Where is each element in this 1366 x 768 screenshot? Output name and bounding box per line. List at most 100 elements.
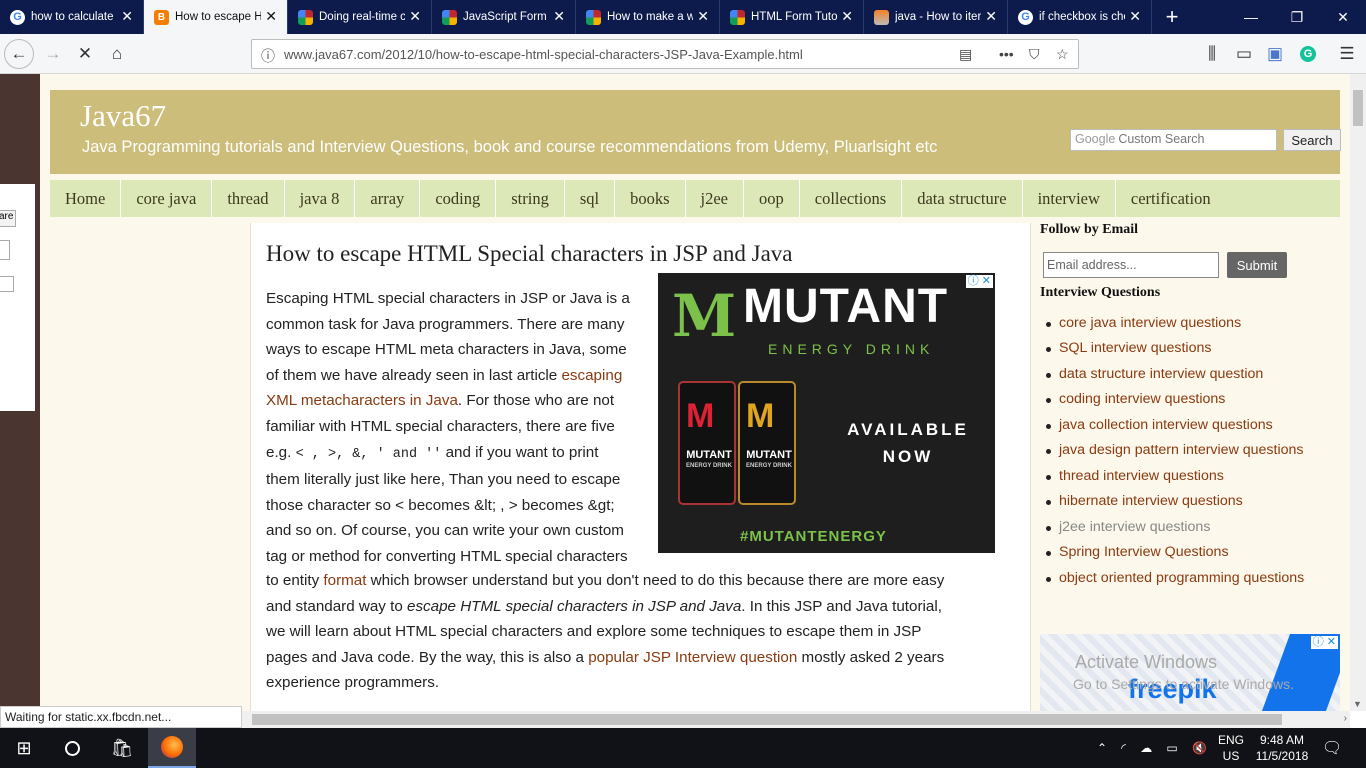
menu-item-books[interactable]: books <box>615 180 686 217</box>
notification-icon[interactable]: 🗨 <box>1322 728 1346 768</box>
close-icon[interactable]: ✕ <box>1129 9 1141 23</box>
tab-2[interactable]: Doing real-time c ✕ <box>288 0 432 34</box>
firefox-taskbar-icon[interactable] <box>148 728 196 768</box>
page-actions-icon[interactable]: ••• <box>999 46 1014 62</box>
close-icon[interactable]: ✕ <box>697 9 709 23</box>
tab-4[interactable]: How to make a w ✕ <box>576 0 720 34</box>
menu-item-certification[interactable]: certification <box>1116 180 1226 217</box>
link-collection-questions[interactable]: java collection interview questions <box>1059 417 1273 433</box>
new-tab-button[interactable]: + <box>1152 0 1192 34</box>
menu-item-core-java[interactable]: core java <box>121 180 213 217</box>
stop-icon[interactable]: ✕ <box>69 38 101 70</box>
close-icon[interactable]: ✕ <box>553 9 565 23</box>
tray-chevron-icon[interactable]: ⌃ <box>1097 741 1107 755</box>
volume-muted-icon[interactable]: 🔇 <box>1192 741 1207 755</box>
forward-arrow-icon[interactable]: → <box>37 38 69 70</box>
menu-item-oop[interactable]: oop <box>744 180 800 217</box>
email-field[interactable]: Email address... <box>1043 252 1219 278</box>
clock[interactable]: 9:48 AM 11/5/2018 <box>1254 728 1310 768</box>
panel-input[interactable] <box>0 240 10 260</box>
link-oop-questions[interactable]: object oriented programming questions <box>1059 570 1304 586</box>
language-indicator[interactable]: ENG US <box>1218 728 1244 768</box>
adchoices-icon[interactable]: ⓘ ✕ <box>1310 636 1338 649</box>
link-hibernate-questions[interactable]: hibernate interview questions <box>1059 493 1243 509</box>
tab-5[interactable]: HTML Form Tutor ✕ <box>720 0 864 34</box>
link-coding-questions[interactable]: coding interview questions <box>1059 391 1225 407</box>
back-arrow-icon[interactable]: ← <box>4 39 34 69</box>
menu-item-collections[interactable]: collections <box>800 180 903 217</box>
close-icon[interactable]: ✕ <box>985 9 997 23</box>
tab-0[interactable]: Ghow to calculate ✕ <box>0 0 144 34</box>
sidebar-icon[interactable]: ▭ <box>1228 38 1260 70</box>
can-label: MUTANT <box>686 449 732 461</box>
submit-button[interactable]: Submit <box>1227 252 1287 278</box>
search-input[interactable]: Google Custom Search <box>1070 129 1277 151</box>
scroll-right-icon[interactable]: › <box>1344 713 1347 724</box>
menu-item-sql[interactable]: sql <box>565 180 616 217</box>
extension-icon[interactable]: ▣ <box>1259 38 1291 70</box>
grammarly-icon[interactable]: G <box>1292 38 1324 70</box>
address-bar[interactable]: ⓘ www.java67.com/2012/10/how-to-escape-h… <box>251 39 1079 69</box>
close-icon[interactable]: ✕ <box>121 9 133 23</box>
scroll-thumb-h[interactable] <box>252 714 1282 725</box>
minimize-icon[interactable]: — <box>1228 0 1274 34</box>
link-core-java-questions[interactable]: core java interview questions <box>1059 315 1241 331</box>
scroll-thumb[interactable] <box>1353 90 1363 126</box>
onedrive-icon[interactable]: ☁ <box>1140 741 1152 755</box>
link-xml-metacharacters[interactable]: XML metacharacters in Java <box>266 392 458 409</box>
home-icon[interactable]: ⌂ <box>101 38 133 70</box>
menu-item-j2ee[interactable]: j2ee <box>686 180 744 217</box>
share-button[interactable]: are <box>0 210 16 227</box>
info-icon[interactable]: ⓘ <box>261 46 275 66</box>
horizontal-scrollbar[interactable]: › <box>242 711 1350 728</box>
close-icon[interactable]: ✕ <box>841 9 853 23</box>
menu-item-interview[interactable]: interview <box>1023 180 1116 217</box>
link-j2ee-questions[interactable]: j2ee interview questions <box>1059 519 1210 535</box>
link-data-structure-questions[interactable]: data structure interview question <box>1059 366 1263 382</box>
link-spring-questions[interactable]: Spring Interview Questions <box>1059 544 1229 560</box>
library-icon[interactable]: ⫼ <box>1196 38 1228 70</box>
bookmark-star-icon[interactable]: ☆ <box>1056 46 1069 63</box>
text-line: them literally just like here, Than you … <box>266 471 621 489</box>
panel-checkbox[interactable] <box>0 276 14 292</box>
mutant-ad[interactable]: M MUTANT ENERGY DRINK M MUTANT ENERGY DRIN… <box>658 273 995 553</box>
scroll-down-icon[interactable]: ▼ <box>1353 699 1362 709</box>
search-button[interactable]: Search <box>1283 129 1341 151</box>
menu-icon[interactable]: ☰ <box>1331 38 1363 70</box>
link-thread-questions[interactable]: thread interview questions <box>1059 468 1224 484</box>
reader-view-icon[interactable]: ▤ <box>959 46 972 63</box>
link-escaping-xml[interactable]: escaping <box>561 367 622 384</box>
cortana-icon[interactable] <box>48 728 96 768</box>
text-span: and standard way to <box>266 597 407 615</box>
link-jsp-interview[interactable]: popular JSP Interview question <box>588 649 797 666</box>
vertical-scrollbar[interactable]: ▼ <box>1350 74 1366 711</box>
adchoices-icon[interactable]: ⓘ ✕ <box>965 275 993 288</box>
site-title[interactable]: Java67 <box>80 98 166 134</box>
tab-3[interactable]: JavaScript Form ✕ <box>432 0 576 34</box>
menu-item-data-structure[interactable]: data structure <box>902 180 1023 217</box>
store-icon[interactable]: 🛍 <box>96 728 148 768</box>
freepik-ad[interactable]: Activate Windows freepik Go to Settings … <box>1040 634 1340 711</box>
link-format[interactable]: format <box>323 572 366 589</box>
bullet <box>1046 322 1051 327</box>
menu-item-array[interactable]: array <box>355 180 421 217</box>
menu-item-home[interactable]: Home <box>50 180 122 217</box>
wifi-icon[interactable]: ◜ <box>1121 741 1126 755</box>
tab-1[interactable]: B How to escape H ✕ <box>144 0 288 34</box>
close-icon[interactable]: ✕ <box>265 9 277 23</box>
pocket-icon[interactable]: ⛉ <box>1029 46 1040 63</box>
link-design-pattern-questions[interactable]: java design pattern interview questions <box>1059 442 1304 458</box>
restore-icon[interactable]: ❐ <box>1274 0 1320 34</box>
battery-icon[interactable]: ▭ <box>1166 741 1177 755</box>
tab-6[interactable]: java - How to iter ✕ <box>864 0 1008 34</box>
tab-7[interactable]: Gif checkbox is che ✕ <box>1008 0 1152 34</box>
windows-start-icon[interactable]: ⊞ <box>0 728 48 768</box>
site-tagline: Java Programming tutorials and Interview… <box>82 138 938 156</box>
close-icon[interactable]: ✕ <box>409 9 421 23</box>
link-sql-questions[interactable]: SQL interview questions <box>1059 340 1211 356</box>
menu-item-string[interactable]: string <box>496 180 565 217</box>
menu-item-coding[interactable]: coding <box>420 180 497 217</box>
close-window-icon[interactable]: ✕ <box>1320 0 1366 34</box>
menu-item-java-8[interactable]: java 8 <box>285 180 356 217</box>
menu-item-thread[interactable]: thread <box>212 180 285 217</box>
